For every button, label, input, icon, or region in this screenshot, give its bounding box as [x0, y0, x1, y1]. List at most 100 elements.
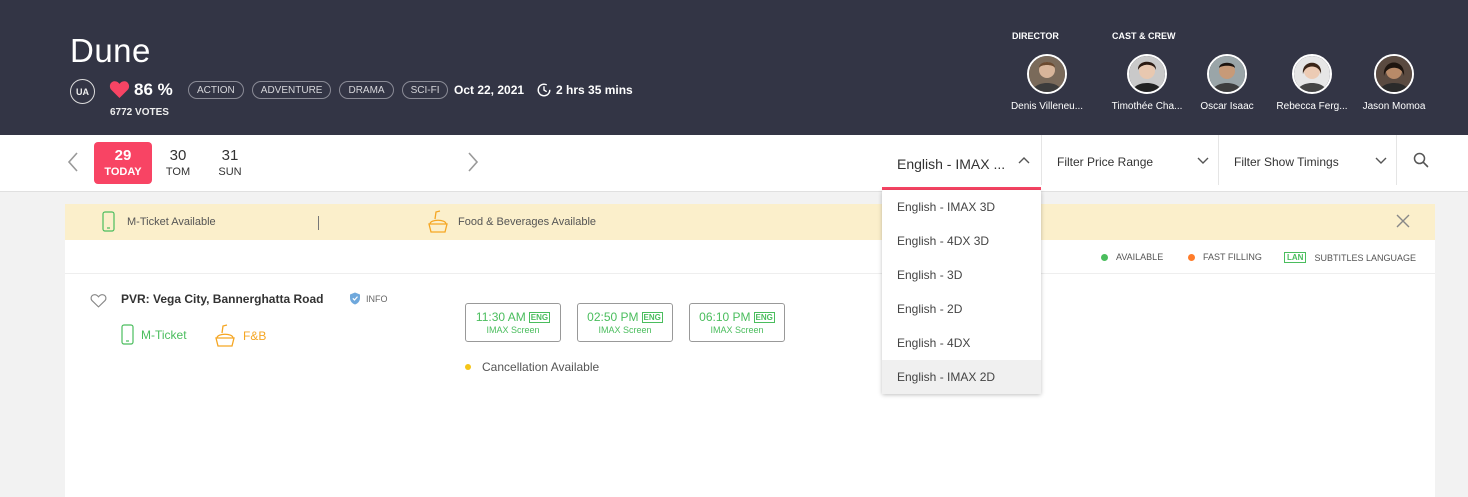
showtime-button[interactable]: 06:10 PM ENG IMAX Screen: [689, 303, 785, 342]
genre-list: ACTION ADVENTURE DRAMA SCI-FI: [188, 81, 449, 99]
showtime-time: 02:50 PM: [587, 310, 639, 324]
price-filter-label: Filter Price Range: [1057, 155, 1154, 169]
fast-filling-dot: [1188, 253, 1195, 261]
screen-type: IMAX Screen: [598, 325, 652, 335]
date-day: 31: [221, 147, 239, 164]
cancellation-note: Cancellation Available: [465, 360, 599, 374]
date-label: SUN: [218, 166, 242, 178]
search-icon[interactable]: [1413, 152, 1429, 168]
favorite-heart-icon[interactable]: [90, 293, 107, 308]
showtime-row: 02:50 PM ENG: [578, 310, 672, 324]
legend-label: FAST FILLING: [1203, 252, 1262, 262]
genre-tag[interactable]: SCI-FI: [401, 81, 449, 99]
showtimes-panel: AVAILABLE FAST FILLING LAN SUBTITLES LAN…: [65, 240, 1435, 497]
chevron-down-icon: [1375, 157, 1387, 164]
lan-badge: LAN: [1284, 252, 1307, 263]
language-format-dropdown: English - IMAX 3D English - 4DX 3D Engli…: [882, 190, 1041, 394]
date-today[interactable]: 29 TODAY: [94, 142, 152, 184]
movie-header: Dune UA 86 % 6772 VOTES ACTION ADVENTURE…: [0, 0, 1468, 135]
crew-name: Rebecca Ferg...: [1276, 101, 1348, 112]
chevron-left-icon[interactable]: [66, 151, 80, 173]
language-badge: ENG: [641, 311, 663, 323]
date-label: TOM: [165, 166, 191, 178]
date-label: TODAY: [104, 166, 142, 178]
language-selected-value: English - IMAX ...: [897, 156, 1006, 172]
venue-name[interactable]: PVR: Vega City, Bannerghatta Road: [121, 292, 323, 306]
avatar: [1207, 54, 1247, 94]
showtime-row: 11:30 AM ENG: [466, 310, 560, 324]
language-option[interactable]: English - 3D: [882, 258, 1041, 292]
director-heading: DIRECTOR: [1012, 31, 1059, 41]
movie-duration: 2 hrs 35 mins: [556, 83, 633, 97]
date-day: 29: [114, 147, 132, 164]
mticket-available-text: M-Ticket Available: [127, 216, 216, 228]
date-tomorrow[interactable]: 30 TOM: [149, 142, 207, 184]
close-icon[interactable]: [1395, 213, 1411, 229]
mobile-icon: [102, 211, 115, 232]
available-dot: [1101, 253, 1108, 261]
venue-info-link[interactable]: INFO: [349, 292, 388, 305]
showtime-time: 11:30 AM: [475, 310, 526, 324]
food-icon: [428, 210, 448, 233]
mticket-label: M-Ticket: [141, 327, 187, 342]
screen-type: IMAX Screen: [486, 325, 540, 335]
crew-member[interactable]: Rebecca Ferg...: [1267, 54, 1357, 112]
avatar: [1127, 54, 1167, 94]
language-format-select[interactable]: English - IMAX ...: [882, 135, 1041, 190]
heart-icon: [109, 81, 130, 98]
crew-name: Denis Villeneu...: [1010, 101, 1084, 112]
clock-icon: [537, 83, 551, 97]
crew-name: Jason Momoa: [1362, 101, 1426, 112]
cast-crew-heading: CAST & CREW: [1112, 31, 1176, 41]
rating-percent: 86 %: [134, 80, 173, 99]
showtime-button[interactable]: 11:30 AM ENG IMAX Screen: [465, 303, 561, 342]
food-available-text: Food & Beverages Available: [458, 216, 596, 228]
food-icon: [215, 324, 235, 347]
show-timings-filter[interactable]: Filter Show Timings: [1218, 135, 1396, 185]
crew-name: Oscar Isaac: [1200, 101, 1254, 112]
votes-count: 6772 VOTES: [110, 107, 169, 118]
crew-member[interactable]: Denis Villeneu...: [1002, 54, 1092, 112]
venue-mticket-feature: M-Ticket: [121, 324, 187, 345]
venue-fnb-feature: F&B: [214, 324, 266, 347]
search-divider: [1396, 135, 1468, 185]
crew-member[interactable]: Oscar Isaac: [1182, 54, 1272, 112]
language-option[interactable]: English - 4DX 3D: [882, 224, 1041, 258]
release-date: Oct 22, 2021: [454, 83, 525, 97]
info-label: INFO: [366, 293, 388, 304]
movie-title: Dune: [70, 32, 151, 69]
chevron-up-icon: [1018, 157, 1030, 164]
language-option[interactable]: English - IMAX 3D: [882, 190, 1041, 224]
certificate-badge: UA: [70, 79, 95, 104]
showtime-time: 06:10 PM: [699, 310, 751, 324]
date-sunday[interactable]: 31 SUN: [201, 142, 259, 184]
avatar: [1027, 54, 1067, 94]
fnb-label: F&B: [243, 328, 267, 343]
showtime-row: 06:10 PM ENG: [690, 310, 784, 324]
price-range-filter[interactable]: Filter Price Range: [1041, 135, 1218, 185]
legend-subtitles: LAN SUBTITLES LANGUAGE: [1284, 252, 1416, 263]
showtime-button[interactable]: 02:50 PM ENG IMAX Screen: [577, 303, 673, 342]
genre-tag[interactable]: ACTION: [188, 81, 244, 99]
legend-label: SUBTITLES LANGUAGE: [1314, 252, 1416, 263]
genre-tag[interactable]: DRAMA: [339, 81, 394, 99]
crew-member[interactable]: Jason Momoa: [1349, 54, 1439, 112]
screen-type: IMAX Screen: [710, 325, 764, 335]
language-option[interactable]: English - 4DX: [882, 326, 1041, 360]
language-badge: ENG: [753, 311, 775, 323]
language-badge: ENG: [528, 311, 551, 323]
legend-available: AVAILABLE: [1101, 252, 1163, 262]
cancellation-label: Cancellation Available: [482, 360, 600, 374]
genre-tag[interactable]: ADVENTURE: [251, 81, 332, 99]
crew-member[interactable]: Timothée Cha...: [1102, 54, 1192, 112]
divider: [318, 216, 319, 230]
language-option[interactable]: English - IMAX 2D: [882, 360, 1041, 394]
cancellation-dot: [465, 364, 471, 370]
shield-icon: [350, 292, 360, 305]
language-option[interactable]: English - 2D: [882, 292, 1041, 326]
chevron-down-icon: [1197, 157, 1209, 164]
legend-row: AVAILABLE FAST FILLING LAN SUBTITLES LAN…: [65, 240, 1435, 274]
chevron-right-icon[interactable]: [466, 151, 480, 173]
legend-label: AVAILABLE: [1116, 252, 1164, 262]
crew-name: Timothée Cha...: [1111, 101, 1183, 112]
